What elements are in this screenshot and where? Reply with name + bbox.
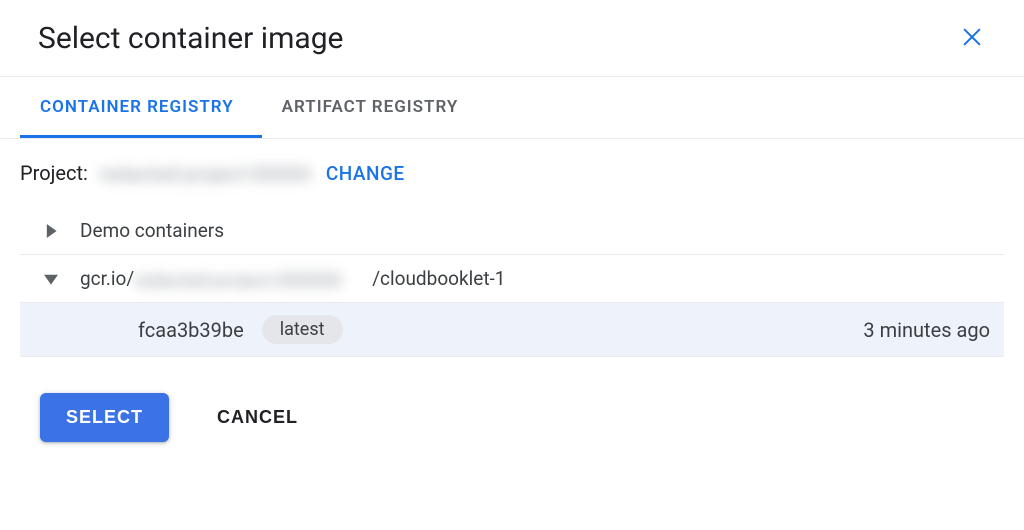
dialog-header: Select container image — [0, 0, 1024, 77]
project-row: Project: redacted-project-000000 CHANGE — [0, 139, 1024, 207]
dialog-actions: SELECT CANCEL — [0, 357, 1024, 442]
project-value: redacted-project-000000 — [100, 162, 310, 184]
tab-container-registry[interactable]: CONTAINER REGISTRY — [20, 77, 262, 138]
repo-prefix: gcr.io/ — [80, 267, 134, 290]
project-label: Project: — [20, 161, 88, 185]
registry-tabs: CONTAINER REGISTRY ARTIFACT REGISTRY — [0, 77, 1024, 139]
tree-item-demo-containers[interactable]: Demo containers — [20, 207, 1004, 255]
repo-suffix: /cloudbooklet-1 — [372, 267, 505, 290]
image-tag-chip: latest — [262, 315, 343, 344]
close-icon — [961, 26, 983, 51]
change-project-link[interactable]: CHANGE — [326, 162, 405, 185]
image-version-row[interactable]: fcaa3b39be latest 3 minutes ago — [20, 303, 1004, 357]
image-age: 3 minutes ago — [863, 318, 990, 342]
close-button[interactable] — [954, 20, 990, 56]
dialog-title: Select container image — [38, 21, 343, 56]
tree-item-label: Demo containers — [80, 219, 224, 242]
tree-item-label: gcr.io/redacted-project-000000/cloudbook… — [80, 267, 505, 290]
select-container-image-dialog: Select container image CONTAINER REGISTR… — [0, 0, 1024, 530]
tree-item-repo[interactable]: gcr.io/redacted-project-000000/cloudbook… — [20, 255, 1004, 303]
image-tree: Demo containers gcr.io/redacted-project-… — [0, 207, 1024, 357]
tab-artifact-registry[interactable]: ARTIFACT REGISTRY — [262, 77, 487, 138]
select-button[interactable]: SELECT — [40, 393, 169, 442]
chevron-down-icon — [40, 268, 62, 290]
image-hash: fcaa3b39be — [138, 318, 244, 342]
cancel-button[interactable]: CANCEL — [217, 407, 298, 428]
repo-redacted: redacted-project-000000 — [134, 269, 372, 289]
chevron-right-icon — [40, 220, 62, 242]
